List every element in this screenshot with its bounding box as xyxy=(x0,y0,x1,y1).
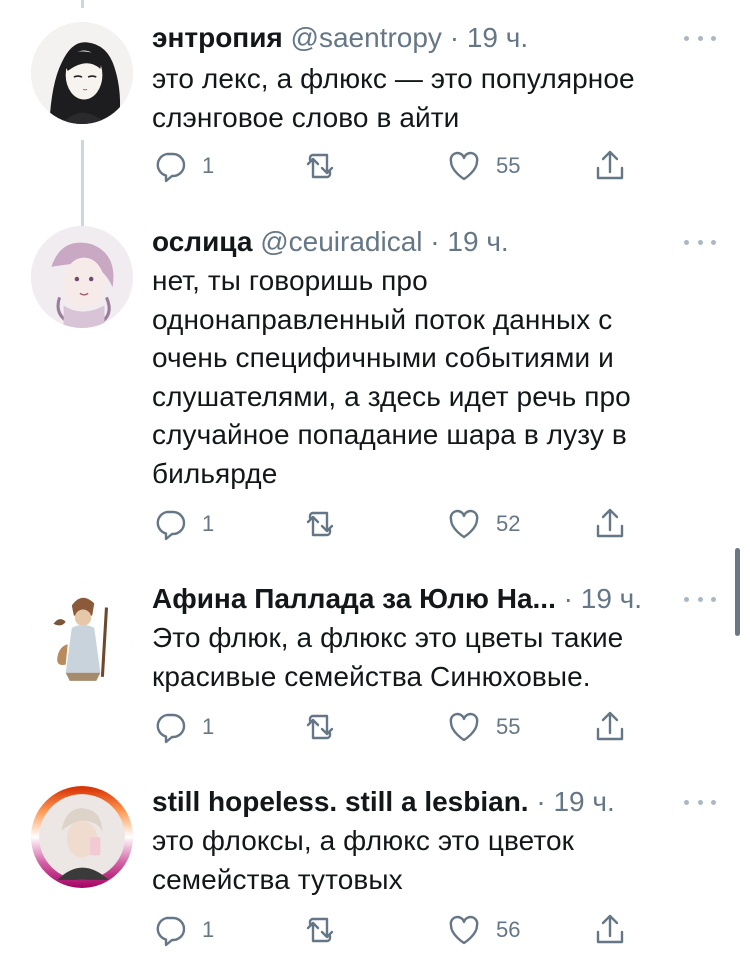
like-button[interactable]: 55 xyxy=(446,146,520,186)
share-button[interactable] xyxy=(592,146,628,186)
tweet[interactable]: Афина Паллада за Юлю На... · 19 ч. Это ф… xyxy=(0,579,750,759)
like-count: 55 xyxy=(496,714,521,739)
avatar[interactable] xyxy=(31,22,133,124)
tweet-header: Афина Паллада за Юлю На... · 19 ч. xyxy=(152,579,650,619)
athena-statue-avatar-image xyxy=(31,583,133,685)
reply-button[interactable]: 1 xyxy=(152,504,214,544)
thread-line xyxy=(81,0,84,8)
tweet-text: это флоксы, а флюкс это цветок семейства… xyxy=(152,822,692,899)
tweet-actions: 1 55 xyxy=(152,146,632,186)
display-name[interactable]: ослица xyxy=(152,226,252,257)
share-icon xyxy=(596,914,624,944)
share-icon xyxy=(596,508,624,538)
more-options-icon[interactable] xyxy=(684,593,716,605)
user-handle[interactable]: @ceuiradical xyxy=(260,226,422,257)
tweet-text-line: очень специфичными событиями и xyxy=(152,342,614,373)
tweet-text: это лекс, а флюкс — это популярное слэнг… xyxy=(152,60,692,137)
like-button[interactable]: 56 xyxy=(446,910,520,950)
like-button[interactable]: 55 xyxy=(446,707,520,747)
retweet-icon xyxy=(306,917,334,943)
scrollbar[interactable] xyxy=(735,548,740,636)
tweet-text: Это флюк, а флюкс это цветы такие красив… xyxy=(152,619,692,696)
reply-icon xyxy=(156,713,186,744)
display-name[interactable]: Афина Паллада за Юлю На... xyxy=(152,583,556,614)
tweet-header: still hopeless. still a lesbian. · 19 ч. xyxy=(152,782,650,822)
tweet-text-line: красивые семейства Синюховые. xyxy=(152,660,591,692)
retweet-button[interactable] xyxy=(302,504,352,544)
reply-icon xyxy=(156,510,186,541)
separator-dot: · xyxy=(449,22,460,53)
separator-dot: · xyxy=(536,786,546,817)
share-button[interactable] xyxy=(592,707,628,747)
tweet-text-line: однонаправленный поток данных с xyxy=(152,303,613,335)
display-name[interactable]: энтропия xyxy=(152,22,283,53)
avatar[interactable] xyxy=(31,226,133,328)
tweet-header: ослица @ceuiradical · 19 ч. xyxy=(152,222,650,262)
heart-icon xyxy=(449,151,479,181)
separator-dot: · xyxy=(563,583,573,614)
retweet-icon xyxy=(306,511,334,537)
timestamp[interactable]: 19 ч. xyxy=(553,786,614,817)
tweet-text: нет, ты говоришь про однонаправленный по… xyxy=(152,262,692,493)
reply-count: 1 xyxy=(202,153,215,178)
share-button[interactable] xyxy=(592,910,628,950)
reply-count: 1 xyxy=(202,714,215,739)
more-options-icon[interactable] xyxy=(684,32,716,44)
tweet-text-line: это флоксы, а флюкс это цветок xyxy=(152,825,574,856)
like-button[interactable]: 52 xyxy=(446,504,520,544)
reply-count: 1 xyxy=(202,511,215,536)
avatar[interactable] xyxy=(31,786,133,888)
like-count: 52 xyxy=(496,511,521,536)
more-options-icon[interactable] xyxy=(684,796,716,808)
tweet-actions: 1 55 xyxy=(152,707,632,747)
like-count: 55 xyxy=(496,153,521,178)
like-count: 56 xyxy=(496,917,521,942)
reply-button[interactable]: 1 xyxy=(152,146,214,186)
retweet-icon xyxy=(306,714,334,740)
tweet[interactable]: ослица @ceuiradical · 19 ч. нет, ты гово… xyxy=(0,222,750,552)
heart-icon xyxy=(449,712,479,742)
share-button[interactable] xyxy=(592,504,628,544)
more-options-icon[interactable] xyxy=(684,236,716,248)
heart-icon xyxy=(449,509,479,539)
reply-button[interactable]: 1 xyxy=(152,910,214,950)
tweet-text-line: бильярде xyxy=(152,457,278,489)
retweet-icon xyxy=(306,153,334,179)
share-icon xyxy=(596,711,624,741)
reply-icon xyxy=(156,916,186,947)
timestamp[interactable]: 19 ч. xyxy=(581,583,642,614)
retweet-button[interactable] xyxy=(302,707,352,747)
tweet-text-line: это лекс, а флюкс — это популярное xyxy=(152,63,635,94)
tweet-text-line: слэнговое слово в айти xyxy=(152,101,460,133)
share-icon xyxy=(596,150,624,180)
tweet-text-line: семейства тутовых xyxy=(152,863,403,895)
tweet[interactable]: энтропия @saentropy · 19 ч. это лекс, а … xyxy=(0,18,750,198)
reply-icon xyxy=(156,152,186,183)
tweet-header: энтропия @saentropy · 19 ч. xyxy=(152,18,650,58)
timestamp[interactable]: 19 ч. xyxy=(467,22,528,53)
avatar[interactable] xyxy=(31,583,133,685)
retweet-button[interactable] xyxy=(302,146,352,186)
timestamp[interactable]: 19 ч. xyxy=(447,226,508,257)
tweet-text-line: Это флюк, а флюкс это цветы такие xyxy=(152,622,624,653)
tweet-actions: 1 52 xyxy=(152,504,632,544)
reply-count: 1 xyxy=(202,917,215,942)
retweet-button[interactable] xyxy=(302,910,352,950)
tweet[interactable]: still hopeless. still a lesbian. · 19 ч.… xyxy=(0,782,750,972)
user-handle[interactable]: @saentropy xyxy=(291,22,442,53)
heart-icon xyxy=(449,915,479,945)
display-name[interactable]: still hopeless. still a lesbian. xyxy=(152,786,529,817)
separator-dot: · xyxy=(430,226,440,257)
tweet-text-line: слушателями, а здесь идет речь про xyxy=(152,380,631,412)
tweet-actions: 1 56 xyxy=(152,910,632,950)
anime-dark-hair-avatar-image xyxy=(31,22,133,124)
tweet-text-line: случайное попадание шара в лузу в xyxy=(152,419,627,450)
tweet-text-line: нет, ты говоришь про xyxy=(152,265,428,296)
watercolor-face-avatar-image xyxy=(31,226,133,328)
selfie-pride-frame-avatar-image xyxy=(31,786,133,888)
reply-button[interactable]: 1 xyxy=(152,707,214,747)
